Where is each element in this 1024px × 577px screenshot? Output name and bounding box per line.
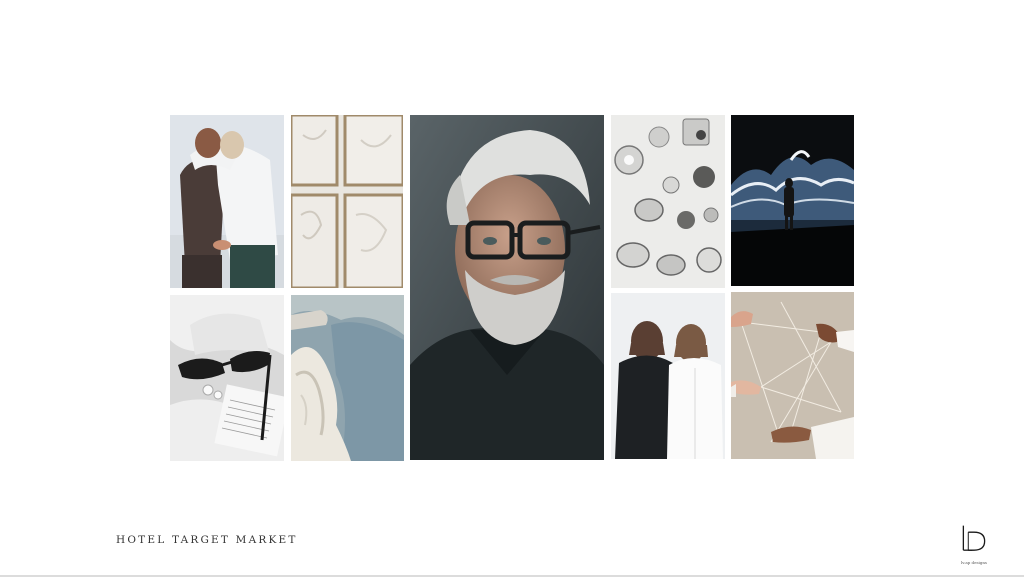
slide-caption: HOTEL TARGET MARKET [116,534,298,546]
immersive-wave-art-photo [731,115,854,286]
hands-string-photo [731,292,854,459]
couple-embrace-photo [170,115,284,288]
bearded-man-glasses-portrait [410,115,604,460]
ld-monogram-icon [962,525,986,551]
brand-logo: lv.ap designs [952,524,996,568]
white-plaster-frames-photo [291,115,403,288]
slide: HOTEL TARGET MARKET lv.ap designs [0,0,1024,577]
sunglasses-book-photo [170,295,284,461]
logo-tagline: lv.ap designs [960,560,987,565]
white-rock-blue-sea-photo [291,295,404,461]
two-women-coats-photo [611,293,725,459]
glassware-tableware-photo [611,115,725,288]
